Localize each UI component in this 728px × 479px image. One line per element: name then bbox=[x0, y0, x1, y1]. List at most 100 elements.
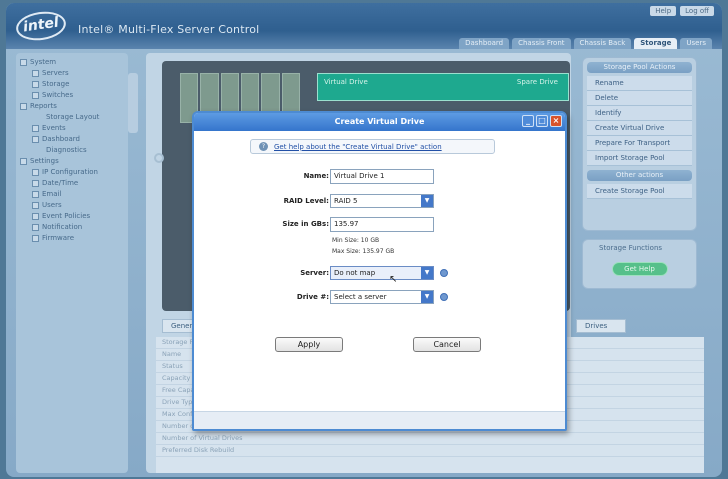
nav-label: System bbox=[30, 58, 57, 66]
switch-icon bbox=[32, 92, 39, 99]
document-icon bbox=[32, 191, 39, 198]
server-row: Server: Do not map ▼ bbox=[194, 266, 565, 282]
app-title: Intel® Multi-Flex Server Control bbox=[78, 23, 260, 36]
folder-icon bbox=[20, 59, 27, 66]
storage-functions-panel: Storage Functions Get Help bbox=[582, 239, 697, 289]
nav-label: Settings bbox=[30, 157, 59, 165]
tab-dashboard[interactable]: Dashboard bbox=[459, 38, 510, 49]
settings-gear-icon[interactable] bbox=[154, 153, 164, 163]
nav-item-reports[interactable]: Reports bbox=[18, 101, 126, 112]
folder-icon bbox=[20, 103, 27, 110]
get-help-button[interactable]: Get Help bbox=[611, 262, 668, 276]
nav-label: Storage bbox=[42, 80, 70, 88]
min-size-note: Min Size: 10 GB bbox=[332, 237, 380, 244]
action-create-storage-pool[interactable]: Create Storage Pool bbox=[587, 184, 692, 199]
nav-item-notification[interactable]: Notification bbox=[18, 222, 126, 233]
nav-label: Events bbox=[42, 124, 66, 132]
nav-item-firmware[interactable]: Firmware bbox=[18, 233, 126, 244]
info-icon[interactable] bbox=[440, 269, 448, 277]
raid-level-select[interactable]: RAID 5 ▼ bbox=[330, 194, 434, 208]
nav-item-switches[interactable]: Switches bbox=[18, 90, 126, 101]
storage-pool-actions-panel: Storage Pool Actions Rename Delete Ident… bbox=[582, 57, 697, 231]
tab-drives[interactable]: Drives bbox=[576, 319, 626, 333]
raid-level-row: RAID Level: RAID 5 ▼ bbox=[194, 194, 565, 210]
tab-chassis-back[interactable]: Chassis Back bbox=[573, 38, 632, 49]
row-label: Status bbox=[162, 362, 183, 370]
action-identify[interactable]: Identify bbox=[587, 106, 692, 121]
main-tabs: Dashboard Chassis Front Chassis Back Sto… bbox=[459, 38, 712, 49]
size-input[interactable]: 135.97 bbox=[330, 217, 434, 232]
action-rename[interactable]: Rename bbox=[587, 76, 692, 91]
dialog-titlebar: Create Virtual Drive _ □ × bbox=[194, 113, 565, 131]
drive-number-select[interactable]: Select a server ▼ bbox=[330, 290, 434, 304]
server-icon bbox=[32, 70, 39, 77]
nav-label: Reports bbox=[30, 102, 57, 110]
folder-icon bbox=[20, 158, 27, 165]
nav-label: Date/Time bbox=[42, 179, 79, 187]
nav-label: Notification bbox=[42, 223, 83, 231]
nav-item-storage[interactable]: Storage bbox=[18, 79, 126, 90]
logoff-link[interactable]: Log off bbox=[680, 6, 714, 16]
nav-item-date-time[interactable]: Date/Time bbox=[18, 178, 126, 189]
nav-label: Event Policies bbox=[42, 212, 91, 220]
sidebar-collapse-handle[interactable] bbox=[128, 73, 138, 133]
raid-level-value: RAID 5 bbox=[334, 197, 358, 205]
app-window: intel Intel® Multi-Flex Server Control H… bbox=[6, 3, 722, 477]
nav-item-diagnostics[interactable]: Diagnostics bbox=[18, 145, 126, 156]
nav-item-system[interactable]: System bbox=[18, 57, 126, 68]
action-prepare-for-transport[interactable]: Prepare For Transport bbox=[587, 136, 692, 151]
row-label: Capacity bbox=[162, 374, 191, 382]
document-icon bbox=[32, 235, 39, 242]
row-label: Preferred Disk Rebuild bbox=[162, 446, 235, 454]
document-icon bbox=[32, 224, 39, 231]
help-link[interactable]: Get help about the "Create Virtual Drive… bbox=[274, 143, 442, 151]
help-link[interactable]: Help bbox=[650, 6, 677, 16]
nav-item-storage-layout[interactable]: Storage Layout bbox=[18, 112, 126, 123]
cancel-button[interactable]: Cancel bbox=[413, 337, 481, 352]
dropdown-arrow-icon: ▼ bbox=[421, 267, 433, 279]
nav-item-email[interactable]: Email bbox=[18, 189, 126, 200]
nav-label: Email bbox=[42, 190, 62, 198]
drive-number-row: Drive #: Select a server ▼ bbox=[194, 290, 565, 306]
apply-button[interactable]: Apply bbox=[275, 337, 343, 352]
maximize-icon[interactable]: □ bbox=[536, 115, 548, 127]
action-import-storage-pool[interactable]: Import Storage Pool bbox=[587, 151, 692, 166]
server-label: Server: bbox=[300, 269, 329, 277]
spare-drive-label: Spare Drive bbox=[516, 78, 558, 86]
nav-item-settings[interactable]: Settings bbox=[18, 156, 126, 167]
drive-number-label: Drive #: bbox=[296, 293, 329, 301]
max-size-note: Max Size: 135.97 GB bbox=[332, 248, 395, 255]
nav-label: Diagnostics bbox=[46, 146, 87, 154]
intel-logo: intel bbox=[14, 8, 68, 44]
document-icon bbox=[32, 213, 39, 220]
name-input[interactable]: Virtual Drive 1 bbox=[330, 169, 434, 184]
minimize-icon[interactable]: _ bbox=[522, 115, 534, 127]
sidebar-nav: System Servers Storage Switches Reports … bbox=[16, 53, 128, 473]
tab-storage[interactable]: Storage bbox=[634, 38, 678, 49]
server-select[interactable]: Do not map ▼ bbox=[330, 266, 434, 280]
close-icon[interactable]: × bbox=[550, 115, 562, 127]
dropdown-arrow-icon: ▼ bbox=[421, 195, 433, 207]
nav-label: Servers bbox=[42, 69, 69, 77]
nav-item-users[interactable]: Users bbox=[18, 200, 126, 211]
action-delete[interactable]: Delete bbox=[587, 91, 692, 106]
nav-item-events[interactable]: Events bbox=[18, 123, 126, 134]
document-icon bbox=[32, 169, 39, 176]
tab-chassis-front[interactable]: Chassis Front bbox=[512, 38, 571, 49]
virtual-drive-block[interactable]: Virtual Drive Spare Drive bbox=[317, 73, 569, 101]
nav-item-dashboard[interactable]: Dashboard bbox=[18, 134, 126, 145]
storage-functions-title: Storage Functions bbox=[599, 244, 663, 252]
table-row: Number of Virtual Drives bbox=[156, 433, 704, 445]
action-create-virtual-drive[interactable]: Create Virtual Drive bbox=[587, 121, 692, 136]
tab-users[interactable]: Users bbox=[680, 38, 712, 49]
app-header: intel Intel® Multi-Flex Server Control H… bbox=[6, 3, 722, 49]
nav-item-ip-configuration[interactable]: IP Configuration bbox=[18, 167, 126, 178]
name-label: Name: bbox=[303, 172, 329, 180]
row-label: Number of Virtual Drives bbox=[162, 434, 243, 442]
nav-item-servers[interactable]: Servers bbox=[18, 68, 126, 79]
info-icon[interactable] bbox=[440, 293, 448, 301]
nav-label: Storage Layout bbox=[46, 113, 100, 121]
create-virtual-drive-dialog: Create Virtual Drive _ □ × ? Get help ab… bbox=[192, 111, 567, 431]
nav-item-event-policies[interactable]: Event Policies bbox=[18, 211, 126, 222]
mouse-cursor-icon: ↖ bbox=[389, 274, 398, 285]
